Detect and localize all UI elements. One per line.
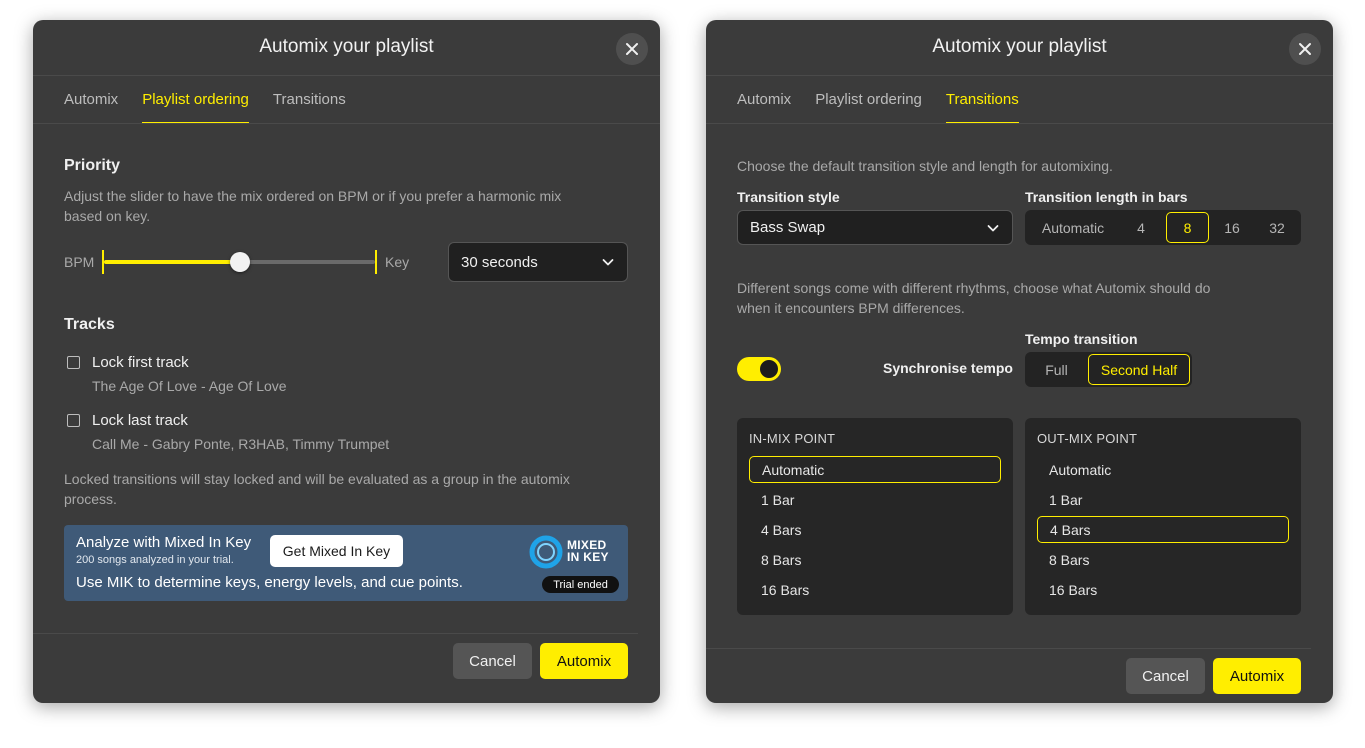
locked-note-line2: process. (64, 491, 117, 507)
close-button[interactable] (616, 33, 648, 65)
cancel-button[interactable]: Cancel (1126, 658, 1205, 694)
synchronise-tempo-label: Synchronise tempo (883, 360, 1013, 376)
lock-first-track-checkbox[interactable] (67, 356, 80, 369)
mik-logo-line2: IN KEY (567, 550, 609, 564)
in-mix-option-16-bars[interactable]: 16 Bars (749, 576, 1001, 603)
tab-playlist-ordering[interactable]: Playlist ordering (142, 76, 249, 124)
dialog-title: Automix your playlist (932, 36, 1107, 57)
slider-end-marker (375, 250, 377, 274)
locked-note-line1: Locked transitions will stay locked and … (64, 471, 570, 487)
cancel-button[interactable]: Cancel (453, 643, 532, 679)
tab-playlist-ordering[interactable]: Playlist ordering (815, 76, 922, 124)
tabs-divider (33, 123, 660, 124)
mik-title: Analyze with Mixed In Key (76, 534, 252, 551)
length-option-16[interactable]: 16 (1217, 212, 1247, 243)
tempo-option-full[interactable]: Full (1029, 354, 1084, 385)
lock-first-track-label: Lock first track (92, 354, 189, 371)
transition-style-value: Bass Swap (750, 219, 826, 236)
out-mix-option-automatic[interactable]: Automatic (1037, 456, 1289, 483)
rhythm-description-line1: Different songs come with different rhyt… (737, 280, 1211, 296)
out-mix-option-16-bars[interactable]: 16 Bars (1037, 576, 1289, 603)
mik-logo-ring-icon (529, 535, 563, 569)
in-mix-option-4-bars[interactable]: 4 Bars (749, 516, 1001, 543)
in-mix-option-8-bars[interactable]: 8 Bars (749, 546, 1001, 573)
out-mix-point-panel: OUT-MIX POINT Automatic 1 Bar 4 Bars 8 B… (1025, 418, 1301, 615)
chevron-down-icon (987, 224, 999, 231)
in-mix-option-automatic[interactable]: Automatic (749, 456, 1001, 483)
mixed-in-key-promo: Analyze with Mixed In Key 200 songs anal… (64, 525, 628, 601)
slider-label-bpm: BPM (64, 254, 95, 270)
footer-divider (706, 648, 1311, 649)
transitions-intro: Choose the default transition style and … (737, 158, 1113, 174)
slider-label-key: Key (385, 254, 410, 270)
mik-body: Use MIK to determine keys, energy levels… (76, 574, 463, 591)
out-mix-option-4-bars[interactable]: 4 Bars (1037, 516, 1289, 543)
duration-select-value: 30 seconds (461, 253, 538, 271)
automix-button[interactable]: Automix (1213, 658, 1301, 694)
tempo-option-second-half[interactable]: Second Half (1088, 354, 1190, 385)
length-option-automatic[interactable]: Automatic (1029, 212, 1117, 243)
tempo-transition-segmented: Full Second Half (1025, 352, 1192, 387)
dialog-title: Automix your playlist (259, 36, 434, 57)
length-option-8[interactable]: 8 (1166, 212, 1209, 243)
lock-last-track-checkbox[interactable] (67, 414, 80, 427)
mixed-in-key-logo: MIXED IN KEY (528, 533, 620, 571)
tab-bar: Automix Playlist ordering Transitions (64, 76, 346, 124)
length-option-32[interactable]: 32 (1262, 212, 1292, 243)
tab-automix[interactable]: Automix (737, 76, 791, 124)
rhythm-description-line2: when it encounters BPM differences. (737, 300, 965, 316)
tabs-divider (706, 123, 1333, 124)
tab-automix[interactable]: Automix (64, 76, 118, 124)
priority-description-line1: Adjust the slider to have the mix ordere… (64, 188, 562, 204)
in-mix-point-title: IN-MIX POINT (749, 431, 836, 446)
priority-slider-fill (104, 260, 240, 264)
out-mix-option-8-bars[interactable]: 8 Bars (1037, 546, 1289, 573)
priority-heading: Priority (64, 157, 121, 174)
length-option-4[interactable]: 4 (1126, 212, 1156, 243)
transition-style-select[interactable]: Bass Swap (737, 210, 1013, 245)
priority-description-line2: based on key. (64, 208, 151, 224)
out-mix-point-title: OUT-MIX POINT (1037, 431, 1138, 446)
lock-last-track-label: Lock last track (92, 412, 188, 429)
close-button[interactable] (1289, 33, 1321, 65)
toggle-knob (760, 360, 778, 378)
priority-slider-thumb[interactable] (229, 252, 250, 272)
chevron-down-icon (602, 259, 614, 266)
lock-last-track-name: Call Me - Gabry Ponte, R3HAB, Timmy Trum… (92, 436, 390, 452)
transition-length-label: Transition length in bars (1025, 189, 1188, 205)
mik-subtitle: 200 songs analyzed in your trial. (76, 554, 234, 566)
transition-length-segmented: Automatic 4 8 16 32 (1025, 210, 1301, 245)
synchronise-tempo-toggle[interactable] (737, 357, 781, 381)
in-mix-point-panel: IN-MIX POINT Automatic 1 Bar 4 Bars 8 Ba… (737, 418, 1013, 615)
tab-transitions[interactable]: Transitions (945, 76, 1019, 124)
tab-bar: Automix Playlist ordering Transitions (737, 76, 1019, 124)
out-mix-option-1-bar[interactable]: 1 Bar (1037, 486, 1289, 513)
close-icon (626, 43, 638, 55)
in-mix-option-1-bar[interactable]: 1 Bar (749, 486, 1001, 513)
get-mixed-in-key-button[interactable]: Get Mixed In Key (270, 535, 403, 567)
tempo-transition-label: Tempo transition (1025, 331, 1138, 347)
duration-select[interactable]: 30 seconds (448, 242, 628, 282)
automix-dialog-transitions: Automix your playlist Automix Playlist o… (706, 20, 1333, 703)
automix-button[interactable]: Automix (540, 643, 628, 679)
lock-first-track-name: The Age Of Love - Age Of Love (92, 378, 287, 394)
tab-transitions[interactable]: Transitions (273, 76, 346, 124)
footer-divider (33, 633, 638, 634)
close-icon (1299, 43, 1311, 55)
automix-dialog-playlist-ordering: Automix your playlist Automix Playlist o… (33, 20, 660, 703)
trial-ended-badge: Trial ended (542, 576, 619, 593)
tracks-heading: Tracks (64, 316, 115, 333)
transition-style-label: Transition style (737, 189, 840, 205)
